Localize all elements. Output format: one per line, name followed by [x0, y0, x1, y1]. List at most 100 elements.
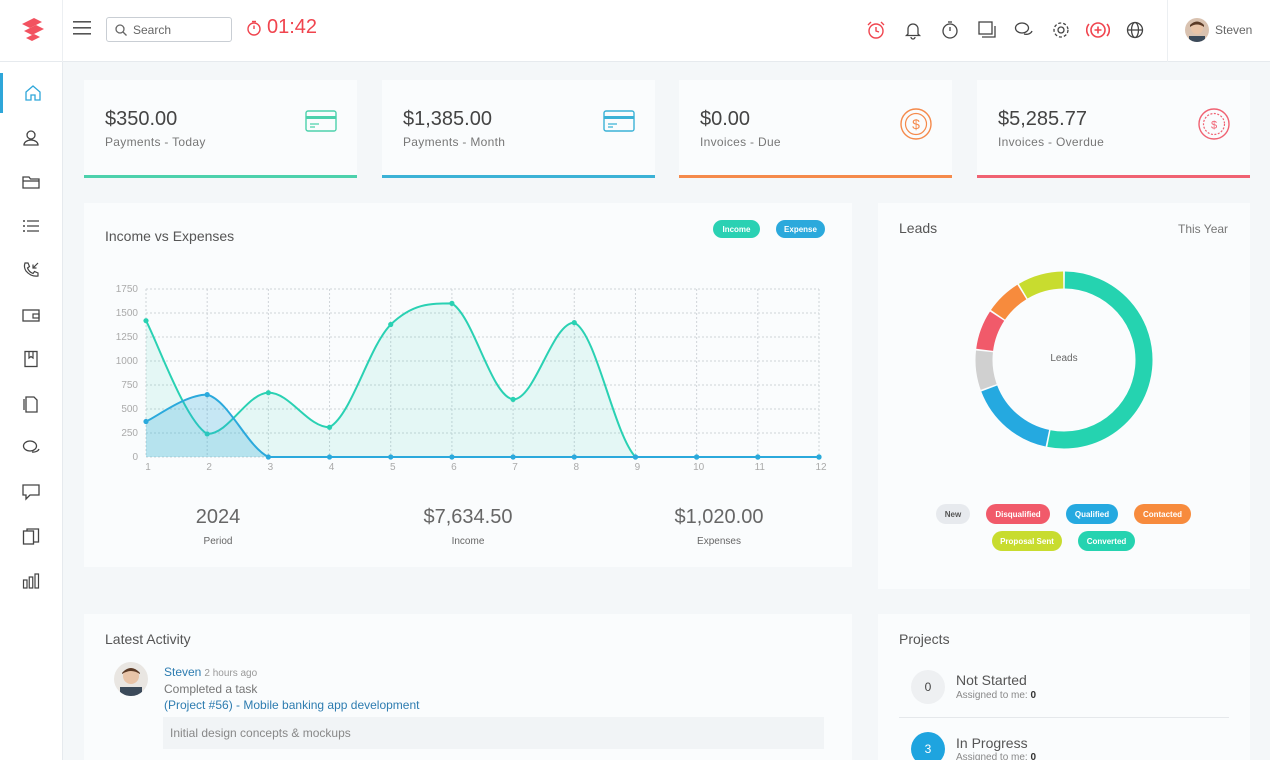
donut-slice-contacted[interactable]	[990, 284, 1027, 320]
y-tick-label: 500	[121, 404, 138, 415]
data-point-income[interactable]	[510, 396, 516, 402]
data-point-income[interactable]	[388, 321, 394, 328]
stat-card-payments-today[interactable]: $350.00 Payments - Today	[84, 80, 357, 178]
activity-note: Initial design concepts & mockups	[163, 717, 824, 749]
search-input[interactable]	[133, 22, 223, 37]
sidebar-item-calls[interactable]	[0, 250, 62, 290]
sidebar-item-wallet[interactable]	[0, 295, 62, 335]
user-name: Steven	[1215, 23, 1253, 37]
stat-label: Invoices - Overdue	[998, 135, 1105, 149]
donut-slice-proposal-sent[interactable]	[1018, 271, 1064, 299]
data-point-expense[interactable]	[571, 454, 577, 460]
activity-user[interactable]: Steven 2 hours ago	[164, 665, 257, 679]
stat-label: Invoices - Due	[700, 135, 781, 149]
stopwatch-icon[interactable]	[938, 18, 962, 42]
topbar-divider	[62, 0, 63, 62]
summary-expenses-label: Expenses	[697, 536, 741, 547]
sidebar-item-chat[interactable]	[0, 428, 62, 468]
legend-income[interactable]: Income	[713, 220, 760, 238]
legend-expense[interactable]: Expense	[776, 220, 825, 238]
project-assigned-in-progress: Assigned to me: 0	[956, 752, 1036, 760]
data-point-expense[interactable]	[326, 454, 333, 460]
divider	[899, 717, 1229, 718]
data-point-income[interactable]	[571, 320, 577, 326]
data-point-expense[interactable]	[510, 454, 516, 460]
summary-expenses-value: $1,020.00	[674, 506, 764, 528]
leads-legend-proposal-sent[interactable]: Proposal Sent	[992, 531, 1062, 551]
project-count-in-progress: 3	[911, 732, 945, 760]
search-icon	[115, 23, 127, 36]
activity-user-name[interactable]: Steven	[164, 665, 201, 679]
donut-slice-disqualified[interactable]	[976, 311, 1005, 352]
sidebar-item-bookmarks[interactable]	[0, 339, 62, 379]
data-point-expense[interactable]	[632, 454, 639, 460]
y-tick-label: 1250	[116, 332, 139, 343]
leads-period[interactable]: This Year	[1178, 222, 1228, 236]
donut-center-label: Leads	[1050, 353, 1078, 364]
income-expenses-chart: 025050075010001250150017501 2 3 4 5 6 7 8 9 10 11 1…	[116, 284, 827, 473]
data-point-expense[interactable]	[265, 454, 271, 460]
alarm-clock-icon[interactable]	[864, 18, 888, 42]
user-menu[interactable]: Steven	[1185, 18, 1252, 42]
sidebar-item-list[interactable]	[0, 206, 62, 246]
chat-icon[interactable]	[1012, 18, 1036, 42]
plus-circle-icon[interactable]	[1086, 18, 1110, 42]
stopwatch-icon	[247, 20, 261, 36]
donut-slice-new[interactable]	[975, 350, 997, 390]
data-point-expense[interactable]	[816, 454, 822, 460]
y-tick-label: 1000	[116, 356, 139, 367]
assigned-label: Assigned to me:	[956, 752, 1028, 760]
stat-card-payments-month[interactable]: $1,385.00 Payments - Month	[382, 80, 655, 178]
leads-legend-contacted[interactable]: Contacted	[1134, 504, 1191, 524]
x-tick-label: 9	[635, 462, 641, 473]
sidebar-item-contacts[interactable]	[0, 118, 62, 158]
activity-project-link[interactable]: (Project #56) - Mobile banking app devel…	[164, 698, 419, 712]
x-tick-label: 5	[390, 462, 396, 473]
data-point-income[interactable]	[265, 390, 271, 396]
globe-icon[interactable]	[1123, 18, 1147, 42]
activity-title: Latest Activity	[105, 631, 191, 647]
timer[interactable]: 01:42	[246, 16, 317, 39]
leads-legend-disqualified[interactable]: Disqualified	[986, 504, 1050, 524]
data-point-income[interactable]	[326, 424, 333, 430]
donut-slice-qualified[interactable]	[981, 385, 1050, 447]
data-point-expense[interactable]	[449, 454, 455, 460]
bell-icon[interactable]	[901, 18, 925, 42]
x-tick-label: 11	[755, 462, 766, 473]
contacts-icon	[23, 130, 39, 146]
data-point-expense[interactable]	[694, 454, 700, 460]
sidebar-item-comments[interactable]	[0, 472, 62, 512]
sidebar-item-folder[interactable]	[0, 162, 62, 202]
y-tick-label: 250	[121, 428, 138, 439]
data-point-expense[interactable]	[755, 454, 761, 460]
timer-value: 01:42	[267, 16, 318, 38]
sidebar-item-documents[interactable]	[0, 384, 62, 424]
sidebar-item-files[interactable]	[0, 517, 62, 557]
gear-icon[interactable]	[1049, 18, 1073, 42]
data-point-expense[interactable]	[388, 454, 394, 460]
top-bar: 01:42 Steven	[0, 0, 1270, 62]
search-box[interactable]	[106, 17, 232, 42]
summary-period-value: 2024	[195, 506, 241, 528]
chat-bubbles-icon	[22, 440, 40, 453]
x-tick-label: 7	[512, 462, 518, 473]
stat-value: $0.00	[700, 108, 751, 130]
sidebar-item-reports[interactable]	[0, 561, 62, 601]
data-point-income[interactable]	[449, 300, 455, 306]
project-status-in-progress[interactable]: In Progress	[956, 735, 1028, 751]
stat-card-invoices-overdue[interactable]: $5,285.77 Invoices - Overdue $	[977, 80, 1250, 178]
card-icon	[603, 110, 635, 132]
data-point-expense[interactable]	[143, 418, 149, 425]
project-status-not-started[interactable]: Not Started	[956, 672, 1027, 688]
hamburger-menu-icon[interactable]	[73, 20, 91, 36]
windows-icon[interactable]	[975, 18, 999, 42]
leads-legend-new[interactable]: New	[936, 504, 970, 524]
leads-legend-converted[interactable]: Converted	[1078, 531, 1135, 551]
avatar[interactable]	[114, 662, 148, 696]
data-point-income[interactable]	[143, 318, 149, 324]
stat-card-invoices-due[interactable]: $0.00 Invoices - Due $	[679, 80, 952, 178]
data-point-expense[interactable]	[204, 392, 210, 398]
leads-legend-qualified[interactable]: Qualified	[1066, 504, 1118, 524]
sidebar-item-home[interactable]	[0, 73, 62, 113]
app-logo-icon[interactable]	[20, 16, 46, 44]
